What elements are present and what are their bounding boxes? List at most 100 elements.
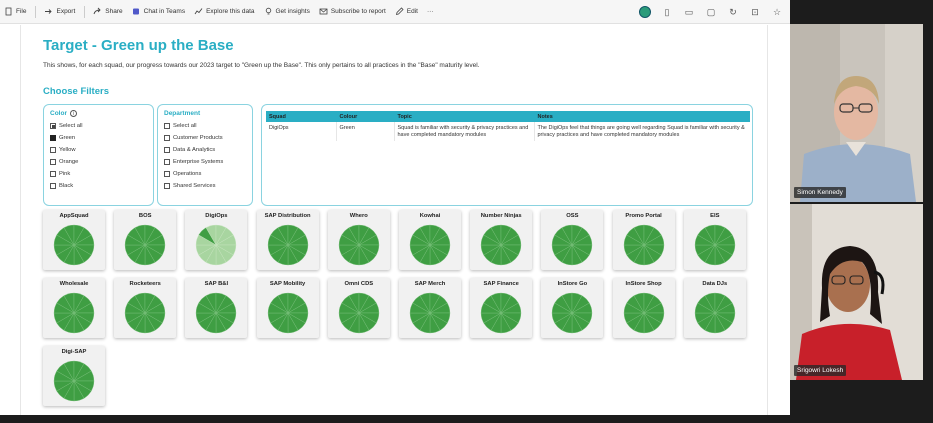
toolbar-item-subscribe[interactable]: Subscribe to report [319, 7, 386, 16]
squad-pie-chart[interactable] [53, 292, 95, 334]
squad-pie-chart[interactable] [480, 292, 522, 334]
department-option-label: Customer Products [173, 135, 223, 141]
notes-table-panel: Squad Colour Topic Notes DigiOps Green Squad … [261, 104, 753, 206]
color-option[interactable]: Pink [50, 168, 83, 180]
table-row[interactable]: DigiOps Green Squad is familiar with secur… [266, 122, 750, 141]
squad-pie-chart[interactable] [623, 224, 665, 266]
squad-pie-chart[interactable] [623, 292, 665, 334]
checkbox[interactable] [164, 123, 170, 129]
squad-pie-chart[interactable] [267, 292, 309, 334]
lightbulb-icon [264, 7, 273, 16]
squad-pie-chart[interactable] [53, 360, 95, 402]
toolbar-item-pencil[interactable]: Edit [395, 7, 418, 16]
department-option[interactable]: Customer Products [164, 132, 223, 144]
toolbar-item-explore[interactable]: Explore this data [194, 7, 255, 16]
squad-tile[interactable]: Digi-SAP [43, 346, 105, 406]
squad-pie-chart[interactable] [338, 292, 380, 334]
checkbox[interactable] [164, 171, 170, 177]
checkbox[interactable] [164, 147, 170, 153]
squad-pie-chart[interactable] [338, 224, 380, 266]
squad-pie-chart[interactable] [267, 224, 309, 266]
color-option[interactable]: Orange [50, 156, 83, 168]
view-dropdown-icon[interactable]: ▭ [682, 5, 696, 19]
toolbar-item-teams[interactable]: Chat in Teams [132, 7, 185, 16]
department-option-label: Data & Analytics [173, 147, 216, 153]
squad-tile[interactable]: Promo Portal [612, 210, 675, 270]
squad-tile[interactable]: SAP Finance [470, 278, 533, 338]
toolbar-item-lightbulb[interactable]: Get insights [264, 7, 310, 16]
squad-pie-chart[interactable] [551, 224, 593, 266]
squad-tile[interactable]: Wholesale [43, 278, 105, 338]
color-option[interactable]: Select all [50, 120, 83, 132]
squad-tile[interactable]: SAP B&I [185, 278, 248, 338]
squad-tile[interactable]: DigiOps [185, 210, 248, 270]
squad-tile[interactable]: Omni CDS [327, 278, 390, 338]
squad-pie-chart[interactable] [195, 224, 237, 266]
department-option[interactable]: Operations [164, 168, 223, 180]
toolbar-item-export[interactable]: Export [44, 7, 75, 16]
column-header[interactable]: Topic [394, 111, 535, 122]
squad-pie-chart[interactable] [409, 224, 451, 266]
squad-tile[interactable]: SAP Mobility [256, 278, 319, 338]
squad-pie-chart[interactable] [694, 292, 736, 334]
squad-tile[interactable]: EIS [683, 210, 746, 270]
color-slicer-title: Color i [50, 110, 77, 117]
squad-tile[interactable]: Data DJs [683, 278, 746, 338]
squad-tile[interactable]: BOS [114, 210, 177, 270]
column-header[interactable]: Squad [266, 111, 337, 122]
color-option[interactable]: Yellow [50, 144, 83, 156]
color-option[interactable]: Black [50, 180, 83, 192]
checkbox[interactable] [164, 135, 170, 141]
table-cell: Green [336, 122, 395, 141]
department-option[interactable]: Data & Analytics [164, 144, 223, 156]
info-icon[interactable]: i [69, 110, 77, 117]
squad-tile[interactable]: InStore Go [541, 278, 604, 338]
squad-tile[interactable]: AppSquad [43, 210, 105, 270]
squad-pie-chart[interactable] [480, 224, 522, 266]
department-option[interactable]: Select all [164, 120, 223, 132]
squad-tile[interactable]: InStore Shop [612, 278, 675, 338]
department-option[interactable]: Enterprise Systems [164, 156, 223, 168]
comment-icon[interactable]: ▢ [704, 5, 718, 19]
color-option-label: Select all [59, 123, 83, 129]
department-option[interactable]: Shared Services [164, 180, 223, 192]
squad-name: BOS [138, 213, 152, 219]
squad-pie-chart[interactable] [551, 292, 593, 334]
squad-pie-chart[interactable] [409, 292, 451, 334]
squad-pie-chart[interactable] [53, 224, 95, 266]
checkbox[interactable] [164, 183, 170, 189]
color-option[interactable]: Green [50, 132, 83, 144]
share-icon [93, 7, 102, 16]
squad-tile[interactable]: SAP Distribution [256, 210, 319, 270]
squad-tile[interactable]: OSS [541, 210, 604, 270]
checkbox[interactable] [50, 183, 56, 189]
checkbox[interactable] [50, 135, 56, 141]
favorite-icon[interactable]: ☆ [770, 5, 784, 19]
squad-tile[interactable]: Number Ninjas [470, 210, 533, 270]
checkbox[interactable] [50, 171, 56, 177]
squad-tile[interactable]: SAP Merch [399, 278, 461, 338]
squad-tile[interactable]: Kowhai [399, 210, 461, 270]
squad-pie-chart[interactable] [124, 292, 166, 334]
squad-pie-chart[interactable] [195, 292, 237, 334]
checkbox[interactable] [50, 123, 56, 129]
toolbar-item-file[interactable]: File [4, 7, 26, 16]
checkbox[interactable] [50, 159, 56, 165]
toolbar-item-share[interactable]: Share [93, 7, 123, 16]
user-avatar-icon[interactable] [638, 5, 652, 19]
checkbox[interactable] [50, 147, 56, 153]
phone-view-icon[interactable]: ▯ [660, 5, 674, 19]
squad-pie-chart[interactable] [694, 224, 736, 266]
squad-name: Promo Portal [625, 213, 662, 219]
squad-tile[interactable]: Whero [327, 210, 390, 270]
column-header[interactable]: Colour [336, 111, 395, 122]
toolbar-item-more[interactable]: ··· [427, 8, 434, 15]
department-slicer-title: Department [164, 110, 200, 117]
refresh-icon[interactable]: ↻ [726, 5, 740, 19]
bookmark-icon[interactable]: ⊡ [748, 5, 762, 19]
squad-tile[interactable]: Rocketeers [114, 278, 177, 338]
teams-icon [132, 7, 141, 16]
column-header[interactable]: Notes [534, 111, 750, 122]
checkbox[interactable] [164, 159, 170, 165]
squad-pie-chart[interactable] [124, 224, 166, 266]
